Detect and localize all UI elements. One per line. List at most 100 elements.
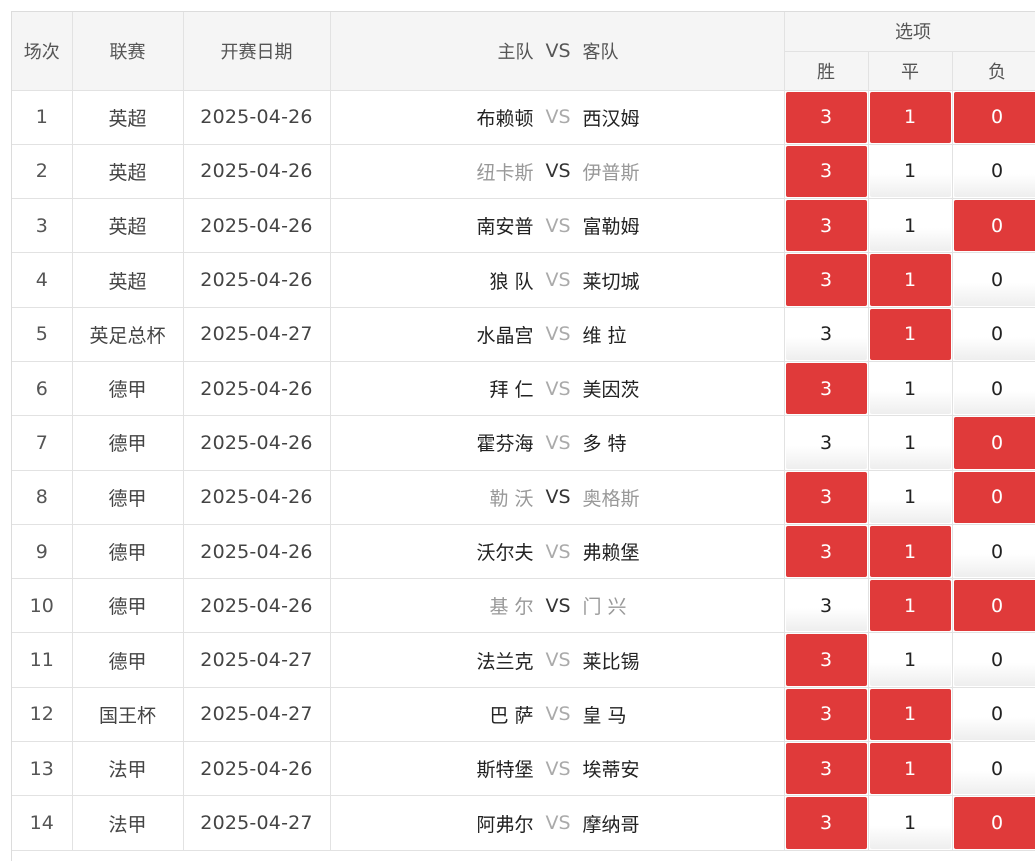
header-away: 客队 (582, 41, 619, 63)
option-draw-button[interactable]: 1 (869, 308, 951, 360)
league-name: 德甲 (72, 415, 184, 471)
option-lose-button[interactable]: 0 (953, 797, 1035, 849)
option-lose-button[interactable]: 0 (953, 254, 1035, 306)
home-team: 阿弗尔 (476, 813, 534, 836)
option-win-button[interactable]: 3 (785, 308, 867, 360)
away-team: 美因茨 (582, 379, 640, 402)
home-team: 布赖顿 (476, 107, 534, 130)
option-lose-button[interactable]: 0 (953, 688, 1035, 741)
option-draw-button[interactable]: 1 (869, 743, 951, 795)
table-row: 10 德甲 2025-04-26 基 尔 VS 门 兴310 (12, 578, 1035, 634)
vs-label: VS (545, 431, 571, 454)
option-draw-cell: 1 (868, 90, 953, 145)
league-name: 德甲 (72, 524, 184, 580)
match-date: 2025-04-27 (183, 687, 331, 743)
league-name: 英超 (72, 198, 184, 254)
match-teams: 基 尔 VS 门 兴 (330, 578, 785, 634)
match-date: 2025-04-26 (183, 741, 331, 797)
header-index: 场次 (12, 12, 73, 91)
option-lose-button[interactable]: 0 (953, 525, 1035, 578)
match-teams: 布赖顿 VS 西汉姆 (330, 90, 785, 145)
header-date: 开赛日期 (183, 12, 331, 91)
option-win-button[interactable]: 3 (785, 200, 867, 252)
match-date: 2025-04-26 (183, 415, 331, 471)
option-win-cell: 3 (784, 252, 869, 308)
match-teams-inner: 霍芬海 VS 多 特 (331, 416, 784, 469)
option-win-cell: 3 (784, 687, 869, 743)
option-lose-button[interactable]: 0 (953, 308, 1035, 360)
option-win-button[interactable]: 3 (785, 797, 867, 849)
option-lose-cell: 0 (952, 687, 1035, 743)
option-win-button[interactable]: 3 (785, 525, 867, 578)
option-lose-button[interactable]: 0 (953, 145, 1035, 198)
away-team: 摩纳哥 (582, 813, 640, 836)
option-draw-button[interactable]: 1 (869, 254, 951, 306)
option-draw-button[interactable]: 1 (869, 417, 951, 469)
match-teams: 纽卡斯 VS 伊普斯 (330, 144, 785, 200)
option-draw-button[interactable]: 1 (869, 200, 951, 252)
match-date: 2025-04-27 (183, 632, 331, 688)
table-row: 5 英足总杯 2025-04-27 水晶宫 VS 维 拉 310 (12, 307, 1035, 362)
option-win-button[interactable]: 3 (785, 471, 867, 523)
option-win-button[interactable]: 3 (785, 580, 867, 632)
match-teams-inner: 勒 沃 VS 奥格斯 (331, 471, 784, 524)
option-lose-button[interactable]: 0 (953, 362, 1035, 415)
table-row: 4 英超 2025-04-26 狼 队 VS 莱切城 3 1 0 (12, 252, 1035, 308)
option-lose-button[interactable]: 0 (953, 743, 1035, 795)
match-date: 2025-04-27 (183, 795, 331, 851)
option-win-button[interactable]: 3 (785, 634, 867, 686)
league-name: 德甲 (72, 470, 184, 525)
home-team: 基 尔 (489, 596, 534, 619)
option-lose-button[interactable]: 0 (953, 417, 1035, 469)
option-win-button[interactable]: 3 (785, 362, 867, 415)
option-win-button[interactable]: 3 (785, 254, 867, 306)
option-lose-button[interactable]: 0 (953, 471, 1035, 523)
option-draw-cell: 1 (868, 415, 953, 471)
option-lose-button[interactable]: 0 (953, 91, 1035, 143)
option-draw-button[interactable]: 1 (869, 797, 951, 849)
option-win-cell: 3 (784, 795, 869, 851)
match-index: 9 (12, 524, 73, 580)
option-win-button[interactable]: 3 (785, 417, 867, 469)
option-win-cell: 3 (784, 361, 869, 417)
option-win-button[interactable]: 3 (785, 743, 867, 795)
table-row: 1 英超 2025-04-26 布赖顿 VS 西汉姆 3 1 0 (12, 90, 1035, 145)
option-lose-cell: 0 (952, 632, 1035, 688)
option-lose-button[interactable]: 0 (953, 200, 1035, 252)
option-win-button[interactable]: 3 (785, 145, 867, 198)
table-row: 13 法甲 2025-04-26 斯特堡 VS 埃蒂安 3 1 0 (12, 741, 1035, 797)
option-win-cell: 3 (784, 307, 869, 362)
option-draw-button[interactable]: 1 (869, 471, 951, 523)
option-draw-button[interactable]: 1 (869, 525, 951, 578)
league-name: 德甲 (72, 632, 184, 688)
match-teams: 沃尔夫 VS 弗赖堡 (330, 524, 785, 580)
match-index: 14 (12, 795, 73, 851)
option-draw-button[interactable]: 1 (869, 362, 951, 415)
table-body: 1 英超 2025-04-26 布赖顿 VS 西汉姆 3 1 0 2 英超 2025-04-26 纽卡斯… (12, 90, 1035, 851)
table-row: 3 英超 2025-04-26 南安普 VS 富勒姆 3 1 0 (12, 198, 1035, 254)
match-teams: 南安普 VS 富勒姆 (330, 198, 785, 254)
option-draw-button[interactable]: 1 (869, 688, 951, 741)
header-match-inner: 主队 VS 客队 (331, 12, 784, 90)
option-win-cell: 3 (784, 90, 869, 145)
option-draw-button[interactable]: 1 (869, 580, 951, 632)
option-win-button[interactable]: 3 (785, 91, 867, 143)
option-lose-button[interactable]: 0 (953, 580, 1035, 632)
option-win-button[interactable]: 3 (785, 688, 867, 741)
option-lose-cell: 0 (952, 470, 1035, 525)
option-draw-button[interactable]: 1 (869, 91, 951, 143)
table-row: 6 德甲 2025-04-26 拜 仁 VS 美因茨 3 1 0 (12, 361, 1035, 417)
table-row: 7 德甲 2025-04-26 霍芬海 VS 多 特 310 (12, 415, 1035, 471)
option-draw-button[interactable]: 1 (869, 145, 951, 198)
match-date: 2025-04-27 (183, 307, 331, 362)
match-date: 2025-04-26 (183, 198, 331, 254)
table-row: 14 法甲 2025-04-27 阿弗尔 VS 摩纳哥 3 1 0 (12, 795, 1035, 851)
option-draw-button[interactable]: 1 (869, 634, 951, 686)
match-teams-inner: 巴 萨 VS 皇 马 (331, 688, 784, 741)
home-team: 霍芬海 (476, 433, 534, 456)
league-name: 德甲 (72, 578, 184, 634)
option-lose-button[interactable]: 0 (953, 634, 1035, 686)
match-index: 11 (12, 632, 73, 688)
away-team: 埃蒂安 (582, 759, 640, 782)
away-team: 弗赖堡 (582, 542, 640, 565)
